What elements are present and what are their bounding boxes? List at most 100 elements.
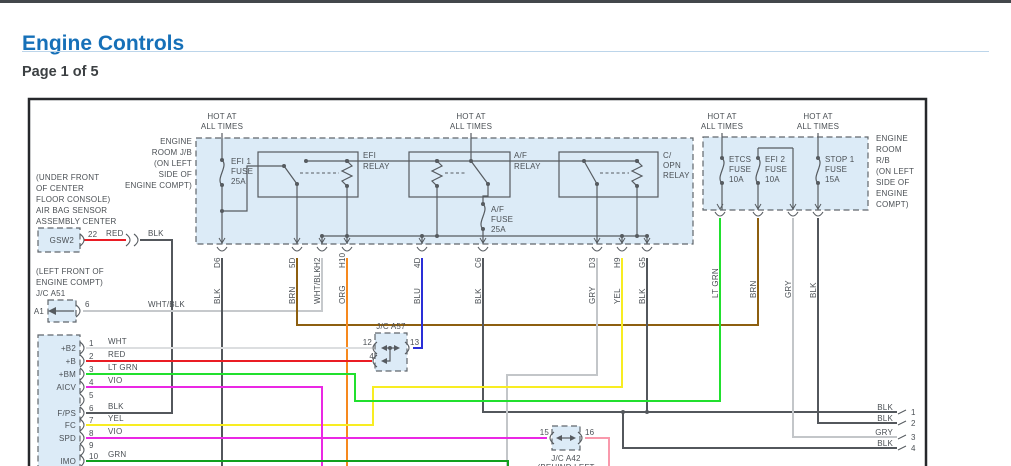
endpoint-number: 3 [911,433,916,442]
ecm-pin-name: +BM [59,370,76,379]
junction-dot [220,209,224,213]
engine-room-rb-label: COMPT) [876,200,909,209]
airbag-note: AIR BAG SENSOR [36,206,107,215]
jc-a57-box [374,332,408,372]
af-relay-label: A/F [514,151,527,160]
ecm-pin-number: 9 [89,441,94,450]
exit-connector-code: C6 [474,257,483,268]
stop1-fuse-label: STOP 1 [825,155,855,164]
ecm-wire-color-label: LT GRN [108,363,138,372]
airbag-note: FLOOR CONSOLE) [36,195,111,204]
engine-room-jb-box [195,137,694,245]
ecm-wire-color-label: WHT [108,337,127,346]
ecm-pin-name: AICV [57,383,77,392]
efi1-fuse-label: 25A [231,177,246,186]
efi1-fuse-label: FUSE [231,167,253,176]
engine-room-jb-label: (ON LEFT [154,159,192,168]
junction-dot [595,182,599,186]
exit-wire-color: BLK [638,288,647,304]
ecm-connector-box [37,334,81,466]
af-fuse-label: FUSE [491,215,513,224]
ecm-pin-number: 7 [89,416,94,425]
af-fuse-label: 25A [491,225,506,234]
jc-a51-note: ENGINE COMPT) [36,278,103,287]
gsw2-pin: 22 [88,230,98,239]
ecm-wire-color-label: YEL [108,414,124,423]
stop1-fuse-label: FUSE [825,165,847,174]
hot-at-label: HOT AT [456,112,485,121]
engine-room-rb-label: ROOM [876,145,902,154]
jc-a57-pin: 13 [410,338,420,347]
exit-connector-code: G5 [638,257,647,268]
ecm-pin-name: IMO [60,457,76,466]
rb-exit-wire-color: BRN [749,280,758,298]
ecm-wire-color-label: BLK [108,402,124,411]
engine-room-jb-label: ROOM J/B [152,148,192,157]
jc-a57-label: J/C A57 [376,322,406,331]
junction-dot [635,234,639,238]
engine-room-rb-label: R/B [876,156,890,165]
ecm-wire-color-label: RED [108,350,126,359]
ecm-pin-number: 6 [89,404,94,413]
junction-dot [420,234,424,238]
junction-dot [645,234,649,238]
junction-dot [295,182,299,186]
jc-a42-pin: 15 [540,428,550,437]
junction-dot [435,159,439,163]
efi-relay-label: EFI [363,151,376,160]
exit-wire-color: BLK [213,288,222,304]
ecm-wire-color-label: VIO [108,427,122,436]
hot-at-label: HOT AT [707,112,736,121]
etcs-fuse-label: 10A [729,175,744,184]
hot-at-label: ALL TIMES [797,122,839,131]
ecm-pin-name: F/PS [57,409,76,418]
copn-relay-label: OPN [663,161,681,170]
exit-wire-color: BLU [413,288,422,304]
jc-a51-pin: 6 [85,300,90,309]
ecm-wire-color-label: GRN [108,450,126,459]
ecm-pin-name: +B2 [61,344,76,353]
jc-a57-pin: 4 [369,352,374,361]
jc-a51-note: (LEFT FRONT OF [36,267,104,276]
endpoint-number: 1 [911,408,916,417]
etcs-fuse-label: FUSE [729,165,751,174]
endpoint-wire-color: BLK [877,403,893,412]
ecm-pin-name: FC [65,421,76,430]
junction-dot [282,164,286,168]
hot-at-label: HOT AT [207,112,236,121]
endpoint-wire-color: BLK [877,414,893,423]
airbag-note: OF CENTER [36,184,84,193]
junction-dot [582,159,586,163]
ecm-wire-color-label: VIO [108,376,122,385]
airbag-note: (UNDER FRONT [36,173,99,182]
copn-relay-label: C/ [663,151,672,160]
hot-at-label: ALL TIMES [201,122,243,131]
ecm-pin-number: 2 [89,352,94,361]
ecm-pin-name: +B [66,357,76,366]
ecm-pin-number: 8 [89,429,94,438]
af-relay-label: RELAY [514,162,541,171]
efi2-fuse-label: FUSE [765,165,787,174]
stop1-fuse-label: 15A [825,175,840,184]
exit-connector-code: H9 [613,257,622,268]
exit-wire-color: GRY [588,286,597,304]
ecm-pin-number: 3 [89,365,94,374]
junction-dot [388,346,392,350]
junction-dot [486,182,490,186]
exit-connector-code: D3 [588,257,597,268]
junction-dot [320,234,324,238]
exit-connector-code: D6 [213,257,222,268]
gsw2-red-label: RED [106,229,124,238]
junction-dot [435,184,439,188]
engine-room-rb-label: (ON LEFT [876,167,914,176]
endpoint-wire-color: GRY [875,428,893,437]
engine-room-jb-label: ENGINE COMPT) [125,181,192,190]
etcs-fuse-label: ETCS [729,155,751,164]
jc-a51-ref: A1 [34,307,45,316]
engine-room-rb-label: ENGINE [876,189,908,198]
junction-dot [435,234,439,238]
hot-at-label: HOT AT [803,112,832,121]
endpoint-number: 4 [911,444,916,453]
engine-room-rb-label: ENGINE [876,134,908,143]
junction-dot [345,234,349,238]
